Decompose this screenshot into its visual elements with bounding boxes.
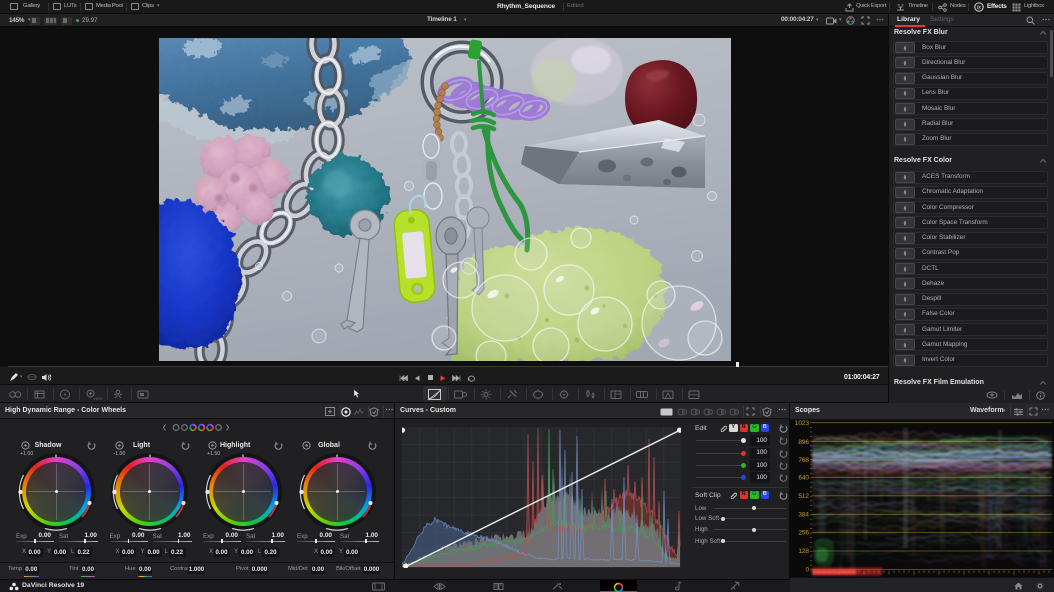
svg-text:768: 768	[798, 457, 809, 464]
svg-text:1023: 1023	[795, 420, 810, 427]
svg-text:fx: fx	[977, 5, 981, 11]
svg-text:HDR: HDR	[94, 396, 103, 400]
svg-text:128: 128	[798, 548, 809, 555]
svg-text:256: 256	[798, 530, 809, 537]
svg-text:640: 640	[798, 475, 809, 482]
svg-text:896: 896	[798, 439, 809, 446]
svg-text:512: 512	[798, 493, 809, 500]
svg-text:384: 384	[798, 512, 809, 519]
svg-text:0: 0	[805, 567, 809, 574]
